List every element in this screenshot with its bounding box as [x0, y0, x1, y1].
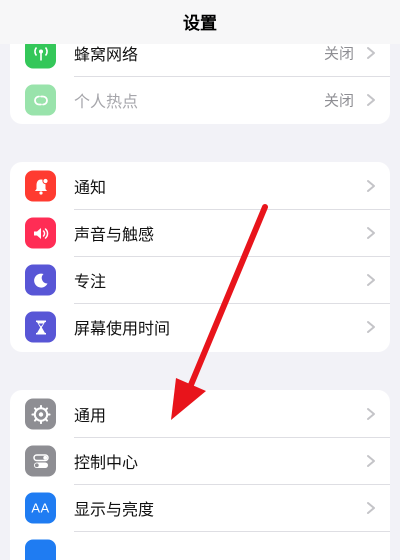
row-sounds-haptics[interactable]: 声音与触感 [10, 210, 390, 256]
row-label: 屏幕使用时间 [74, 315, 170, 339]
moon-icon [25, 265, 56, 296]
row-value: 关闭 [324, 90, 354, 111]
row-personal-hotspot[interactable]: 个人热点 关闭 [10, 77, 390, 123]
speaker-icon [25, 218, 56, 249]
icon-glyph-aa: AA [31, 501, 49, 516]
text-size-aa-icon: AA [25, 493, 56, 524]
chevron-right-icon [364, 93, 378, 107]
row-value: 关闭 [324, 43, 354, 64]
row-label: 显示与亮度 [74, 496, 154, 520]
row-display-brightness[interactable]: AA 显示与亮度 [10, 485, 390, 531]
row-general[interactable]: 通用 [10, 391, 390, 437]
page-title: 设置 [183, 9, 217, 34]
chevron-right-icon [364, 46, 378, 60]
gear-icon [25, 399, 56, 430]
row-label: 蜂窝网络 [74, 41, 138, 65]
toggle-switches-icon [25, 446, 56, 477]
chevron-right-icon [364, 407, 378, 421]
partial-row-icon [25, 540, 56, 560]
chevron-right-icon [364, 226, 378, 240]
settings-group-notifications: 通知 声音与触感 专注 [10, 162, 390, 352]
row-screen-time[interactable]: 屏幕使用时间 [10, 304, 390, 350]
row-label: 通用 [74, 402, 106, 426]
row-label: 声音与触感 [74, 221, 154, 245]
navigation-bar: 设置 [0, 0, 400, 44]
chevron-right-icon [364, 454, 378, 468]
row-control-center[interactable]: 控制中心 [10, 438, 390, 484]
row-label: 专注 [74, 268, 106, 292]
row-notifications[interactable]: 通知 [10, 163, 390, 209]
notification-bell-icon [25, 171, 56, 202]
row-label: 控制中心 [74, 449, 138, 473]
chevron-right-icon [364, 501, 378, 515]
row-label: 个人热点 [74, 88, 138, 112]
row-label: 通知 [74, 174, 106, 198]
personal-hotspot-link-icon [25, 85, 56, 116]
hourglass-icon [25, 312, 56, 343]
row-partial-next[interactable] [10, 532, 390, 560]
chevron-right-icon [364, 179, 378, 193]
chevron-right-icon [364, 273, 378, 287]
chevron-right-icon [364, 320, 378, 334]
settings-group-general: 通用 控制中心 AA 显示与亮度 [10, 390, 390, 560]
row-focus[interactable]: 专注 [10, 257, 390, 303]
